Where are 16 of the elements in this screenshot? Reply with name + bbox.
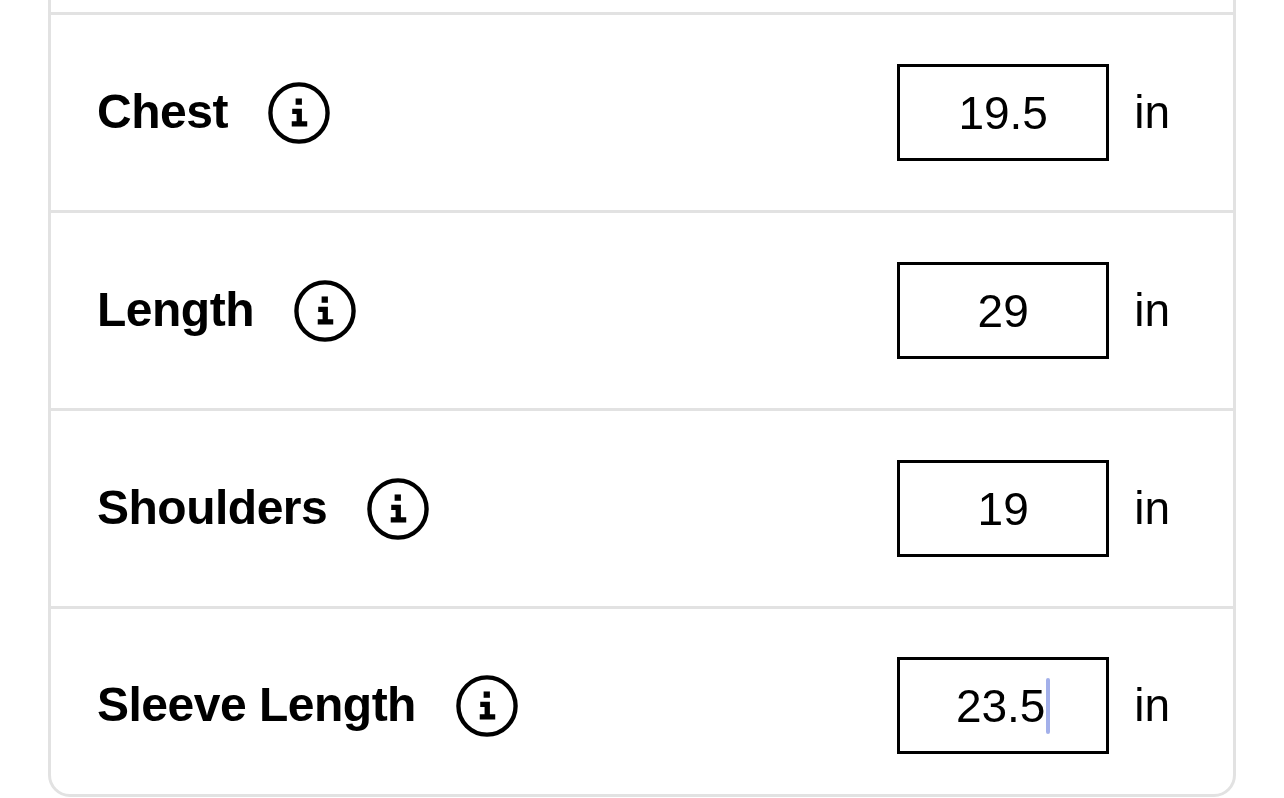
- measurement-label: Shoulders: [97, 482, 328, 535]
- info-icon[interactable]: [293, 279, 356, 342]
- unit-label: in: [1134, 87, 1170, 138]
- info-icon[interactable]: [367, 477, 430, 540]
- measurement-label: Sleeve Length: [97, 679, 416, 732]
- info-icon[interactable]: [267, 81, 330, 144]
- unit-label: in: [1134, 285, 1170, 336]
- measurement-input-field[interactable]: 29: [897, 262, 1110, 359]
- measurement-input-field[interactable]: 19.5: [897, 64, 1110, 161]
- unit-label: in: [1134, 483, 1170, 534]
- unit-label: in: [1134, 680, 1170, 731]
- info-icon[interactable]: [455, 674, 518, 737]
- measurement-label: Length: [97, 284, 254, 337]
- measurement-label: Chest: [97, 86, 228, 139]
- measurement-input-field[interactable]: 23.5: [897, 657, 1110, 754]
- measurement-input-field[interactable]: 19: [897, 460, 1110, 557]
